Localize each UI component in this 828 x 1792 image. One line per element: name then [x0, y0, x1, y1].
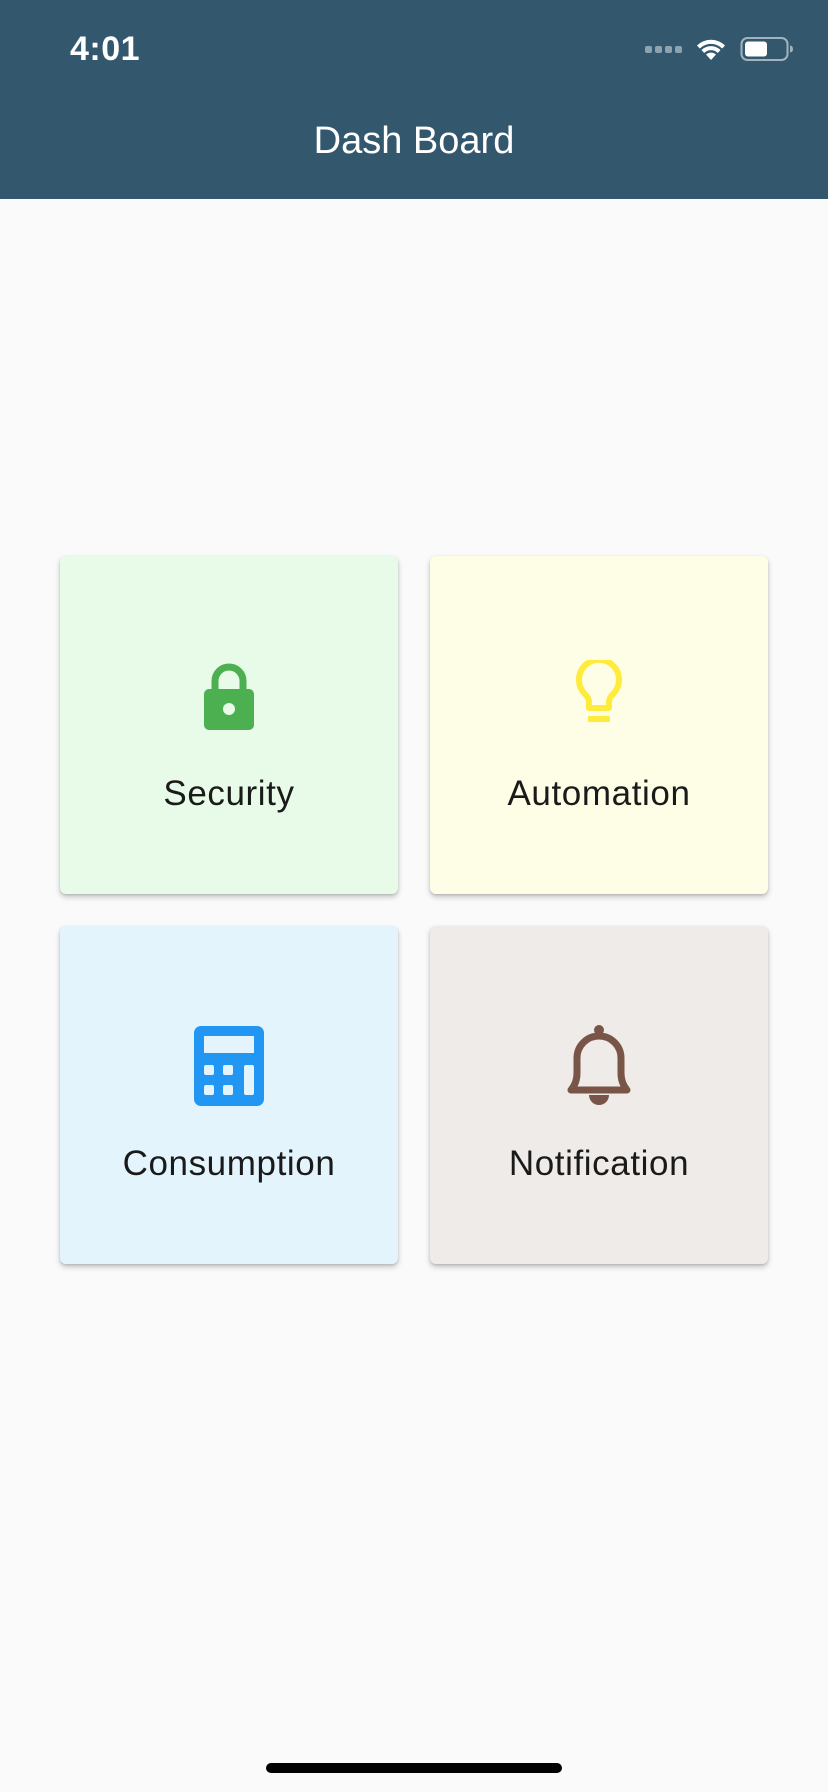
dashboard-grid: Security Automation Consumption Notifica… — [60, 556, 768, 1264]
status-time: 4:01 — [70, 30, 141, 68]
home-indicator[interactable] — [266, 1763, 562, 1773]
automation-label: Automation — [507, 774, 691, 813]
battery-icon — [740, 37, 793, 61]
notification-label: Notification — [508, 1144, 690, 1183]
status-icons — [645, 34, 794, 64]
wifi-icon — [697, 39, 725, 60]
automation-tile[interactable]: Automation — [430, 556, 768, 894]
lock-icon — [60, 656, 398, 736]
page-title: Dash Board — [313, 120, 515, 162]
calculator-icon — [60, 1026, 398, 1106]
app-bar: 4:01 Dash Board — [0, 0, 828, 199]
notification-tile[interactable]: Notification — [430, 926, 768, 1264]
consumption-label: Consumption — [122, 1144, 336, 1183]
bell-icon — [430, 1025, 768, 1106]
cellular-signal-icon — [645, 45, 682, 53]
lightbulb-icon — [430, 656, 768, 736]
security-tile[interactable]: Security — [60, 556, 398, 894]
security-label: Security — [163, 774, 295, 813]
consumption-tile[interactable]: Consumption — [60, 926, 398, 1264]
